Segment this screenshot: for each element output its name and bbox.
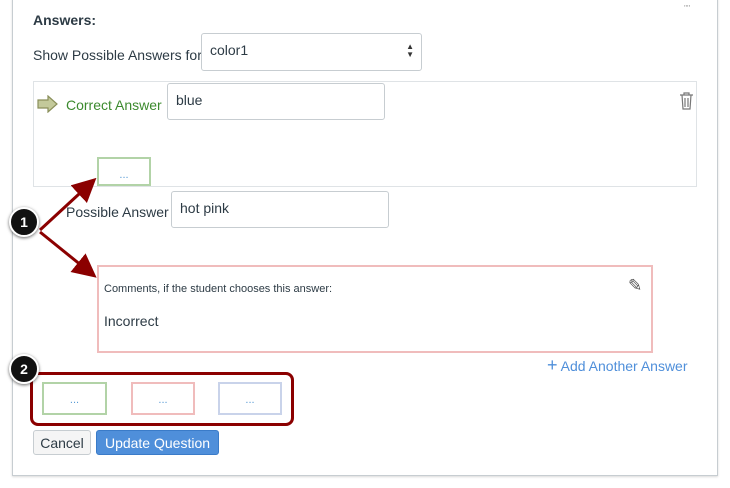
update-question-button[interactable]: Update Question [96,430,219,455]
comment-text: Incorrect [104,313,159,329]
trash-icon[interactable] [679,92,694,110]
correct-answer-input[interactable]: blue [167,83,385,120]
show-for-select[interactable]: color1 ▲ ▼ [201,33,422,71]
comment-bubble-correct[interactable]: ... [42,382,107,415]
comment-bubble-neutral[interactable]: ... [218,382,282,415]
correct-comment-button[interactable]: ... [97,157,151,186]
callout-1: 1 [9,207,39,237]
pencil-icon[interactable]: ✎ [628,276,642,296]
show-for-value: color1 [210,42,249,58]
comment-bubble-incorrect[interactable]: ... [131,382,195,415]
plus-icon: + [547,355,558,375]
comment-box[interactable]: Comments, if the student chooses this an… [97,265,653,353]
cancel-button[interactable]: Cancel [33,430,91,455]
resize-handle[interactable]: '''' [684,4,690,13]
comment-label: Comments, if the student chooses this an… [104,283,333,295]
possible-answer-label: Possible Answer [66,204,169,220]
select-arrows-icon: ▲ ▼ [406,42,414,59]
answers-heading: Answers: [33,12,97,28]
add-answer-label: Add Another Answer [560,358,688,374]
correct-arrow-icon [37,95,58,113]
callout-2: 2 [9,354,39,384]
add-another-answer-link[interactable]: + Add Another Answer [547,355,688,375]
correct-answer-label: Correct Answer [66,97,162,113]
possible-answer-input[interactable]: hot pink [171,191,389,228]
show-for-label: Show Possible Answers for [33,47,202,63]
